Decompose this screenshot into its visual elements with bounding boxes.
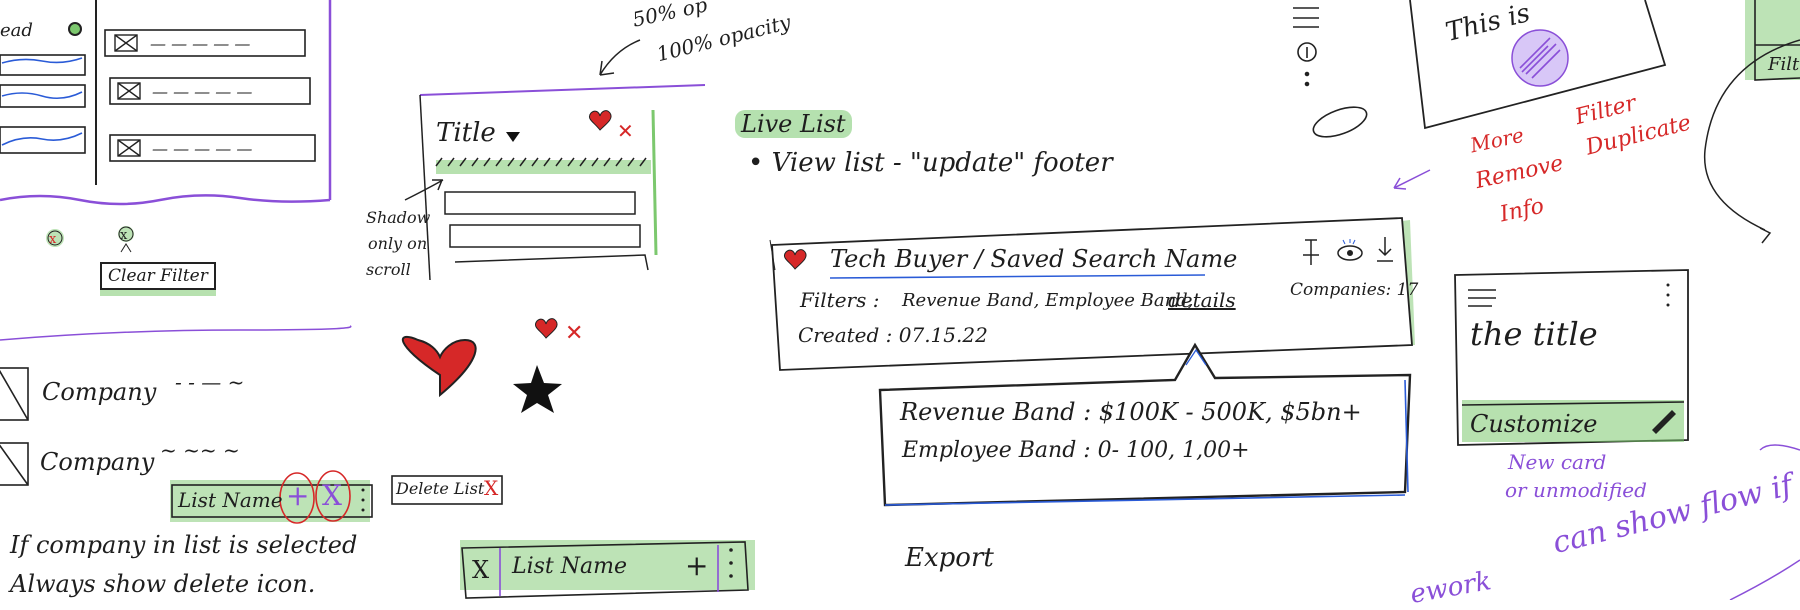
filters-value: Revenue Band, Employee Band, — [902, 290, 1194, 311]
list-input-plus-icon[interactable]: + — [685, 552, 708, 580]
shadow-note-2: only on — [368, 234, 428, 253]
unmodified-note: or unmodified — [1505, 478, 1647, 502]
image-placeholder-icons — [114, 34, 141, 157]
filter-item-1[interactable]: — — — — — — [150, 36, 250, 52]
checkbox-icon[interactable] — [0, 370, 28, 420]
bottom-note-1: If company in list is selected — [10, 531, 358, 559]
bottom-purple-curve — [1729, 559, 1800, 600]
shadow-note-3: scroll — [366, 260, 411, 279]
filter-item-2[interactable]: — — — — — — [152, 84, 252, 100]
filters-label: Filters : — [800, 288, 880, 312]
svg-text:✕: ✕ — [617, 119, 634, 143]
heart-star-doodles: ✕ ✕ — [401, 110, 634, 413]
tooltip-revenue: Revenue Band : $100K - 500K, $5bn+ — [900, 398, 1362, 426]
kebab-menu-icon[interactable] — [1660, 280, 1674, 310]
company-name-2: Company — [40, 448, 155, 476]
download-icon[interactable] — [1375, 234, 1397, 264]
export-note[interactable]: Export — [905, 545, 994, 571]
customize-button[interactable]: Customize — [1470, 412, 1598, 436]
title-card-frame — [404, 84, 706, 281]
green-tab-label[interactable]: Filt — [1768, 56, 1799, 74]
eye-icon[interactable] — [1336, 240, 1364, 266]
filter-item-3[interactable]: — — — — — — [152, 141, 252, 157]
svg-text:✕: ✕ — [565, 321, 583, 346]
shadow-note-1: Shadow — [366, 208, 431, 227]
arrow-to-card — [1393, 169, 1431, 190]
pin-icon[interactable] — [1300, 234, 1320, 264]
indicator-dot-icon — [68, 22, 82, 36]
arrow-opacity — [599, 39, 641, 76]
edit-pen-icon[interactable] — [1650, 408, 1678, 436]
delete-list-button[interactable]: Delete List — [396, 481, 484, 497]
separator-line — [0, 325, 352, 341]
title-card-title: Title — [436, 118, 496, 148]
view-list-note: • View list - "update" footer — [748, 148, 1113, 178]
menu-doodles — [1293, 7, 1368, 138]
svg-text:x: x — [49, 232, 57, 247]
tooltip-employee: Employee Band : 0- 100, 1,00+ — [902, 438, 1250, 463]
companies-count: Companies: 17 — [1290, 280, 1419, 300]
heart-icon[interactable] — [782, 248, 808, 272]
list-name-label[interactable]: List Name — [178, 490, 283, 510]
filter-panel-label: ead — [0, 20, 33, 41]
company-name-1: Company — [42, 378, 157, 406]
list-input-name[interactable]: List Name — [512, 556, 627, 578]
hamburger-menu-icon[interactable] — [1464, 286, 1498, 310]
checkbox-icon[interactable] — [0, 444, 28, 484]
add-to-list-plus-icon[interactable]: + — [286, 482, 309, 510]
svg-text:x: x — [120, 228, 128, 243]
list-input-clear-x[interactable]: X — [472, 558, 489, 582]
created-date: Created : 07.15.22 — [798, 323, 988, 347]
details-link[interactable]: details — [1168, 290, 1236, 310]
clear-filter-button[interactable]: Clear Filter — [100, 262, 216, 290]
bottom-note-2: Always show delete icon. — [10, 570, 316, 598]
clear-x-icons: x x — [46, 226, 134, 253]
new-card-note: New card — [1508, 450, 1607, 474]
saved-search-title: Tech Buyer / Saved Search Name — [830, 245, 1238, 273]
company-dashes-2: ~ ~~ ~ — [160, 438, 240, 462]
company-dashes-1: - - — ~ — [175, 370, 245, 394]
live-list-heading: Live List — [735, 110, 852, 138]
delete-x-icon[interactable]: X — [484, 478, 498, 498]
customize-card-title: the title — [1470, 315, 1598, 353]
remove-from-list-x-icon[interactable]: X — [322, 482, 342, 510]
